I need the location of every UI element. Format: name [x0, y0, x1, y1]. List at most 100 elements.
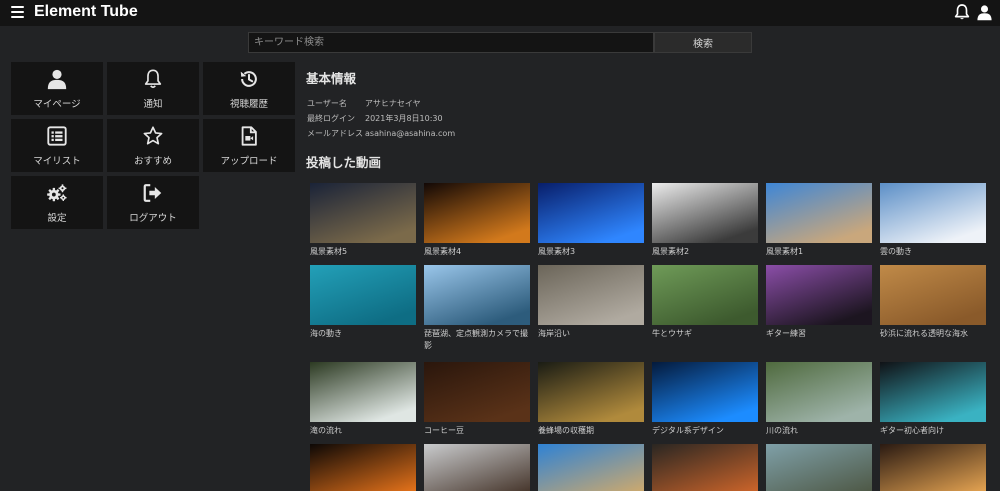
- video-thumbnail[interactable]: [880, 183, 986, 243]
- video-thumbnail[interactable]: [652, 265, 758, 325]
- video-title[interactable]: 風景素材4: [424, 243, 530, 258]
- search-button[interactable]: 検索: [654, 32, 752, 53]
- sidebar-menu: マイページ 通知 視聴履歴 マイリスト おすすめ アップロード 設定 ログアウト: [11, 62, 295, 229]
- video-thumbnail[interactable]: [310, 183, 416, 243]
- bell-icon: [144, 68, 162, 88]
- video-card[interactable]: コーヒー豆: [424, 362, 530, 444]
- video-card[interactable]: 海岸沿い: [538, 265, 644, 362]
- menu-item-recommended[interactable]: おすすめ: [107, 119, 199, 172]
- email-value: asahina@asahina.com: [365, 129, 456, 138]
- video-card[interactable]: 牛とウサギ: [652, 265, 758, 362]
- top-navbar: Element Tube: [0, 0, 1000, 26]
- user-icon[interactable]: [976, 3, 993, 22]
- video-card[interactable]: 風景素材3: [538, 183, 644, 265]
- sign-out-icon: [143, 183, 162, 202]
- video-title[interactable]: 養蜂場の収穫期: [538, 422, 644, 437]
- video-title[interactable]: 風景素材2: [652, 243, 758, 258]
- menu-item-label: おすすめ: [133, 155, 172, 167]
- video-thumbnail[interactable]: [538, 265, 644, 325]
- video-card[interactable]: 滝の流れ: [310, 362, 416, 444]
- video-thumbnail[interactable]: [424, 265, 530, 325]
- video-card[interactable]: 海の動き: [310, 265, 416, 362]
- video-card[interactable]: [766, 444, 872, 491]
- video-thumbnail[interactable]: [538, 362, 644, 422]
- video-thumbnail[interactable]: [310, 362, 416, 422]
- history-icon: [240, 70, 257, 87]
- video-card[interactable]: [538, 444, 644, 491]
- menu-item-upload[interactable]: アップロード: [203, 119, 295, 172]
- video-thumbnail[interactable]: [652, 183, 758, 243]
- video-card[interactable]: 砂浜に流れる透明な海水: [880, 265, 986, 362]
- video-card[interactable]: 風景素材1: [766, 183, 872, 265]
- last-login-value: 2021年3月8日10:30: [365, 114, 443, 123]
- menu-item-mypage[interactable]: マイページ: [11, 62, 103, 115]
- menu-item-label: 視聴履歴: [229, 98, 268, 110]
- app-title[interactable]: Element Tube: [34, 3, 138, 21]
- video-thumbnail[interactable]: [880, 265, 986, 325]
- video-thumbnail[interactable]: [424, 444, 530, 491]
- video-title[interactable]: ギター初心者向け: [880, 422, 986, 437]
- video-card[interactable]: 風景素材5: [310, 183, 416, 265]
- video-thumbnail[interactable]: [766, 444, 872, 491]
- menu-item-label: マイリスト: [33, 155, 81, 167]
- video-thumbnail[interactable]: [538, 444, 644, 491]
- menu-item-label: 設定: [47, 212, 67, 224]
- menu-item-settings[interactable]: 設定: [11, 176, 103, 229]
- profile-heading: 基本情報: [306, 71, 357, 86]
- video-title[interactable]: 風景素材3: [538, 243, 644, 258]
- hamburger-menu-icon[interactable]: [11, 6, 24, 18]
- video-card[interactable]: 風景素材2: [652, 183, 758, 265]
- video-title[interactable]: コーヒー豆: [424, 422, 530, 437]
- bell-icon[interactable]: [953, 3, 971, 22]
- video-title[interactable]: 滝の流れ: [310, 422, 416, 437]
- video-title[interactable]: 風景素材5: [310, 243, 416, 258]
- menu-item-mylist[interactable]: マイリスト: [11, 119, 103, 172]
- video-title[interactable]: 琵琶湖、定点観測カメラで撮影: [424, 325, 530, 352]
- menu-item-history[interactable]: 視聴履歴: [203, 62, 295, 115]
- video-card[interactable]: [424, 444, 530, 491]
- video-card[interactable]: 川の流れ: [766, 362, 872, 444]
- video-card[interactable]: [652, 444, 758, 491]
- video-thumbnail[interactable]: [310, 265, 416, 325]
- search-input[interactable]: [248, 32, 654, 53]
- video-thumbnail[interactable]: [424, 183, 530, 243]
- video-title[interactable]: 川の流れ: [766, 422, 872, 437]
- video-thumbnail[interactable]: [766, 362, 872, 422]
- video-thumbnail[interactable]: [766, 183, 872, 243]
- video-card[interactable]: ギター初心者向け: [880, 362, 986, 444]
- video-title[interactable]: ギター練習: [766, 325, 872, 340]
- menu-item-label: マイページ: [33, 98, 81, 110]
- videos-heading: 投稿した動画: [306, 155, 382, 170]
- video-thumbnail[interactable]: [538, 183, 644, 243]
- video-title[interactable]: 牛とウサギ: [652, 325, 758, 340]
- video-thumbnail[interactable]: [652, 444, 758, 491]
- gears-icon: [47, 183, 67, 201]
- video-thumbnail[interactable]: [880, 362, 986, 422]
- video-card[interactable]: 琵琶湖、定点観測カメラで撮影: [424, 265, 530, 362]
- menu-item-notifications[interactable]: 通知: [107, 62, 199, 115]
- video-thumbnail[interactable]: [880, 444, 986, 491]
- video-title[interactable]: 海岸沿い: [538, 325, 644, 340]
- video-title[interactable]: 雲の動き: [880, 243, 986, 258]
- file-video-icon: [241, 125, 257, 146]
- video-card[interactable]: 風景素材4: [424, 183, 530, 265]
- video-thumbnail[interactable]: [310, 444, 416, 491]
- video-title[interactable]: 砂浜に流れる透明な海水: [880, 325, 986, 340]
- video-title[interactable]: 風景素材1: [766, 243, 872, 258]
- video-title[interactable]: 海の動き: [310, 325, 416, 340]
- video-thumbnail[interactable]: [424, 362, 530, 422]
- video-thumbnail[interactable]: [766, 265, 872, 325]
- video-grid: 風景素材5 風景素材4 風景素材3 風景素材2 風景素材1 雲の動き海の動き 琵琶湖、定点観…: [310, 183, 986, 491]
- video-card[interactable]: [310, 444, 416, 491]
- menu-item-label: アップロード: [220, 155, 278, 167]
- video-card[interactable]: デジタル系デザイン: [652, 362, 758, 444]
- video-title[interactable]: デジタル系デザイン: [652, 422, 758, 437]
- video-card[interactable]: [880, 444, 986, 491]
- last-login-label: 最終ログイン: [307, 114, 355, 123]
- menu-item-logout[interactable]: ログアウト: [107, 176, 199, 229]
- video-card[interactable]: 雲の動き: [880, 183, 986, 265]
- video-thumbnail[interactable]: [652, 362, 758, 422]
- list-icon: [47, 125, 67, 146]
- video-card[interactable]: 養蜂場の収穫期: [538, 362, 644, 444]
- video-card[interactable]: ギター練習: [766, 265, 872, 362]
